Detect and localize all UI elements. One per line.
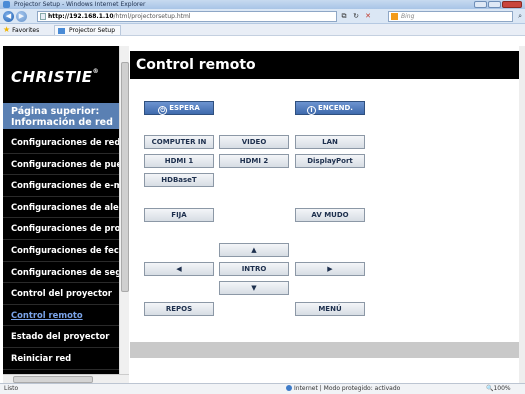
window-title: Projector Setup - Windows Internet Explo…	[14, 1, 146, 8]
ie-icon	[3, 1, 10, 8]
up-button[interactable]: ▲	[219, 243, 289, 257]
window-controls	[474, 1, 522, 8]
enter-button[interactable]: INTRO	[219, 262, 289, 276]
refresh-icon[interactable]: ↻	[351, 11, 361, 22]
on-label: ENCEND.	[318, 104, 353, 112]
search-placeholder: Bing	[401, 13, 415, 20]
sidebar-item-remote-control[interactable]: Control remoto	[3, 305, 119, 327]
favorites-label: Favorites	[12, 27, 40, 34]
christie-logo: CHRISTIE®	[11, 68, 99, 86]
address-tools: ⧉ ↻ ✕	[339, 11, 373, 22]
lan-button[interactable]: LAN	[295, 135, 365, 149]
compat-icon[interactable]: ⧉	[339, 11, 349, 22]
right-button[interactable]: ▶	[295, 262, 365, 276]
left-button[interactable]: ◀	[144, 262, 214, 276]
sidebar-scroll-thumb[interactable]	[121, 62, 129, 292]
minimize-button[interactable]	[474, 1, 487, 8]
address-row: ◀ ▶ http://192.168.1.10/html/projectorse…	[0, 9, 525, 24]
sidebar-item-network-settings[interactable]: Configuraciones de red	[3, 132, 119, 154]
back-button[interactable]: ◀	[3, 11, 14, 22]
sidebar-scrollbar[interactable]	[119, 46, 129, 383]
forward-button[interactable]: ▶	[16, 11, 27, 22]
star-icon: ★	[3, 25, 11, 34]
page-scrollbar[interactable]	[519, 46, 525, 383]
sidebar-item-email-settings[interactable]: Configuraciones de e-ma	[3, 175, 119, 197]
close-window-button[interactable]	[502, 1, 522, 8]
main-panel: Control remoto ⏻ ESPERA I ENCEND. COMPUTER…	[130, 46, 519, 383]
zoom-text: 100%	[493, 385, 511, 392]
url-host: http://192.168.1.10	[48, 13, 114, 20]
status-text: Listo	[4, 385, 19, 392]
content-footer-bar	[130, 342, 519, 358]
power-on-icon: I	[307, 106, 317, 115]
logo-text: CHRISTIE	[11, 68, 93, 86]
tab-label: Projector Setup	[69, 27, 116, 34]
sidebar-home-link[interactable]: Página superior: Información de red	[3, 103, 119, 129]
sidebar-item-port-settings[interactable]: Configuraciones de puer	[3, 154, 119, 176]
sidebar-item-date-settings[interactable]: Configuraciones de fech	[3, 240, 119, 262]
standby-label: ESPERA	[169, 104, 200, 112]
sidebar-item-projector-status[interactable]: Estado del proyector	[3, 326, 119, 348]
window-titlebar: Projector Setup - Windows Internet Explo…	[0, 0, 525, 9]
sidebar-item-projector-control[interactable]: Control del proyector	[3, 283, 119, 305]
sidebar-item-alert-settings[interactable]: Configuraciones de alert	[3, 197, 119, 219]
sidebar-menu: Configuraciones de red Configuraciones d…	[3, 132, 119, 392]
security-zone[interactable]: Internet | Modo protegido: activado	[286, 384, 400, 394]
av-mute-button[interactable]: AV MUDO	[295, 208, 365, 222]
freeze-button[interactable]: FIJA	[144, 208, 214, 222]
sidebar-item-schedule-settings[interactable]: Configuraciones de prog	[3, 218, 119, 240]
displayport-button[interactable]: DisplayPort	[295, 154, 365, 168]
hdmi1-button[interactable]: HDMI 1	[144, 154, 214, 168]
menu-button[interactable]: MENÚ	[295, 302, 365, 316]
standby-button[interactable]: ⏻ ESPERA	[144, 101, 214, 115]
sidebar-hscroll-thumb[interactable]	[13, 376, 93, 383]
video-button[interactable]: VIDEO	[219, 135, 289, 149]
hdbaset-button[interactable]: HDBaseT	[144, 173, 214, 187]
favorites-button[interactable]: ★ Favorites	[3, 24, 39, 37]
sidebar: CHRISTIE® Página superior: Información d…	[3, 46, 119, 392]
address-bar[interactable]: http://192.168.1.10/html/projectorsetup.…	[37, 11, 337, 22]
sidebar-item-network-restart[interactable]: Reiniciar red	[3, 348, 119, 370]
sidebar-item-security-settings[interactable]: Configuraciones de segu	[3, 262, 119, 284]
search-icon[interactable]: ⌕	[518, 12, 522, 21]
power-icon: ⏻	[158, 106, 168, 115]
tab-projector-setup[interactable]: Projector Setup	[54, 25, 122, 35]
reset-button[interactable]: REPOS	[144, 302, 214, 316]
computer-in-button[interactable]: COMPUTER IN	[144, 135, 214, 149]
registered-mark: ®	[92, 68, 100, 75]
page-title: Control remoto	[130, 51, 519, 79]
zone-text: Internet | Modo protegido: activado	[294, 385, 401, 392]
bing-icon	[391, 13, 398, 20]
stop-icon[interactable]: ✕	[363, 11, 373, 22]
page-tab-icon	[58, 28, 65, 34]
down-button[interactable]: ▼	[219, 281, 289, 295]
on-button[interactable]: I ENCEND.	[295, 101, 365, 115]
hdmi2-button[interactable]: HDMI 2	[219, 154, 289, 168]
globe-icon	[286, 385, 292, 391]
search-input[interactable]: Bing	[388, 11, 513, 22]
zoom-level[interactable]: 🔍100%	[486, 384, 511, 394]
page-icon	[40, 13, 46, 20]
status-bar: Listo Internet | Modo protegido: activad…	[0, 383, 525, 394]
url-path: /html/projectorsetup.html	[113, 13, 191, 20]
favorites-bar: ★ Favorites Projector Setup	[0, 24, 525, 36]
maximize-button[interactable]	[488, 1, 501, 8]
